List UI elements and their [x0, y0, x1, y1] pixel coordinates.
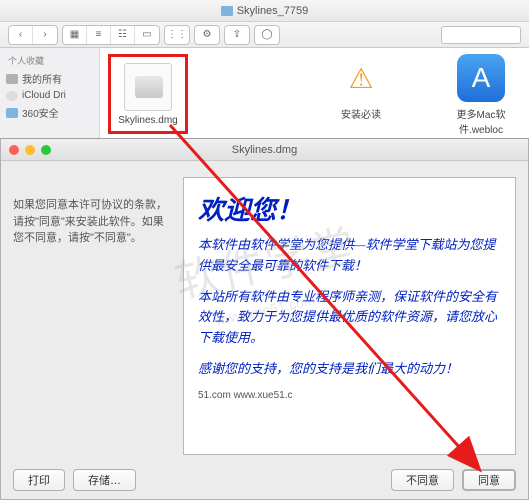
sidebar-item-360[interactable]: 360安全 [0, 103, 99, 122]
view-list-button[interactable]: ≡ [87, 26, 111, 44]
close-button[interactable] [9, 145, 19, 155]
sidebar-item-all[interactable]: 我的所有 [0, 69, 99, 88]
dialog-instruction: 如果您同意本许可协议的条款，请按"同意"来安装此软件。如果您不同意，请按"不同意… [13, 177, 173, 455]
license-content: 欢迎您！ 本软件由软件学堂为您提供—软件学堂下载站为您提供最安全最可靠的软件下载… [183, 177, 516, 455]
view-column-button[interactable]: ☷ [111, 26, 135, 44]
window-controls [9, 145, 51, 155]
dialog-titlebar: Skylines.dmg [1, 139, 528, 161]
file-item-dmg[interactable]: Skylines.dmg [108, 54, 188, 134]
dmg-icon [124, 63, 172, 111]
finder-sidebar: 个人收藏 我的所有 iCloud Dri 360安全 [0, 48, 100, 140]
file-label: Skylines.dmg [115, 115, 181, 126]
sidebar-header: 个人收藏 [0, 52, 99, 69]
arrange-button[interactable]: ⋮⋮ [165, 26, 189, 44]
action-button[interactable]: ⚙ [195, 26, 219, 44]
tags-button[interactable]: ◯ [255, 26, 279, 44]
agree-button[interactable]: 同意 [462, 469, 516, 491]
share-button[interactable]: ⇪ [225, 26, 249, 44]
file-area: Skylines.dmg ⚠ 安装必读 A 更多Mac软件.webloc [100, 48, 529, 140]
view-gallery-button[interactable]: ▭ [135, 26, 159, 44]
dialog-title: Skylines.dmg [232, 144, 297, 156]
sidebar-item-label: 我的所有 [22, 71, 62, 86]
finder-titlebar: Skylines_7759 [0, 0, 529, 22]
license-url: 51.com www.xue51.c [198, 390, 501, 401]
minimize-button[interactable] [25, 145, 35, 155]
license-dialog: Skylines.dmg 如果您同意本许可协议的条款，请按"同意"来安装此软件。… [0, 138, 529, 500]
back-button[interactable]: ‹ [9, 26, 33, 44]
license-paragraph: 本软件由软件学堂为您提供—软件学堂下载站为您提供最安全最可靠的软件下载！ [198, 235, 501, 277]
folder-icon [6, 108, 18, 118]
finder-title-text: Skylines_7759 [237, 5, 309, 17]
sidebar-item-label: iCloud Dri [22, 90, 66, 101]
disagree-button[interactable]: 不同意 [391, 469, 454, 491]
finder-toolbar: ‹ › ▦ ≡ ☷ ▭ ⋮⋮ ⚙ ⇪ ◯ [0, 22, 529, 48]
license-paragraph: 感谢您的支持，您的支持是我们最大的动力！ [198, 359, 501, 380]
file-label: 安装必读 [321, 106, 401, 121]
file-item-readme[interactable]: ⚠ 安装必读 [321, 54, 401, 134]
cloud-icon [6, 91, 18, 101]
drive-icon [6, 74, 18, 84]
license-paragraph: 本站所有软件由专业程序师亲测，保证软件的安全有效性，致力于为您提供最优质的软件资… [198, 287, 501, 349]
zoom-button[interactable] [41, 145, 51, 155]
appstore-icon: A [457, 54, 505, 102]
folder-icon [221, 6, 233, 16]
file-label: 更多Mac软件.webloc [441, 106, 521, 136]
finder-window: Skylines_7759 ‹ › ▦ ≡ ☷ ▭ ⋮⋮ ⚙ ⇪ ◯ 个人收藏 [0, 0, 529, 140]
warning-icon: ⚠ [337, 54, 385, 102]
search-input[interactable] [441, 26, 521, 44]
file-item-webloc[interactable]: A 更多Mac软件.webloc [441, 54, 521, 134]
save-button[interactable]: 存储… [73, 469, 136, 491]
sidebar-item-label: 360安全 [22, 105, 59, 120]
dialog-button-row: 打印 存储… 不同意 同意 [1, 469, 528, 491]
license-heading: 欢迎您！ [198, 190, 501, 227]
print-button[interactable]: 打印 [13, 469, 65, 491]
forward-button[interactable]: › [33, 26, 57, 44]
view-icon-button[interactable]: ▦ [63, 26, 87, 44]
sidebar-item-icloud[interactable]: iCloud Dri [0, 88, 99, 103]
